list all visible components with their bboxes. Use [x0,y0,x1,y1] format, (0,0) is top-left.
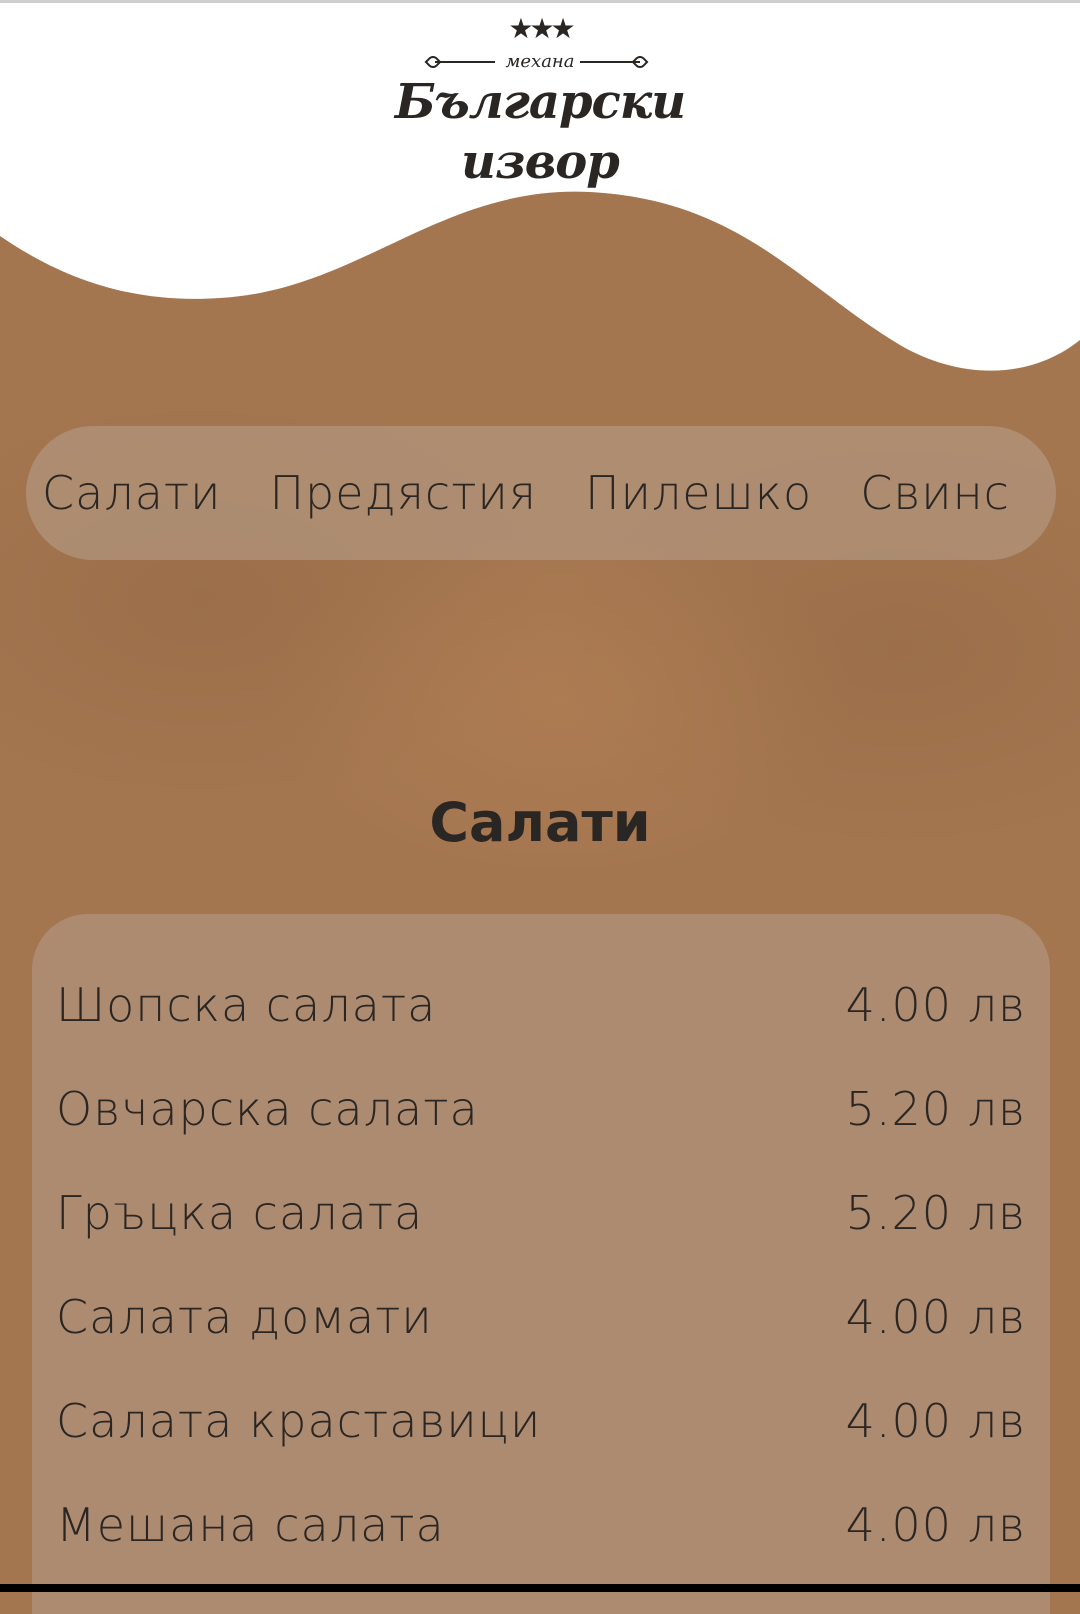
menu-item-price: 4.00 лв [845,1394,1026,1448]
menu-item-price: 5.20 лв [845,1186,1026,1240]
bottom-edge [0,1584,1080,1592]
nav-item-chicken[interactable]: Пилешко [585,466,812,520]
restaurant-logo[interactable]: ★★★ механа Български извор [330,12,750,191]
menu-item-name: Гръцка салата [56,1186,424,1240]
menu-item: Салата краставици 4.00 лв [56,1386,1026,1456]
menu-item: Салата домати 4.00 лв [56,1282,1026,1352]
logo-title: Български извор [394,74,686,190]
menu-item: Овчарска салата 5.20 лв [56,1074,1026,1144]
nav-item-pork[interactable]: Свинс [860,466,1010,520]
category-nav-track: Салати Предястия Пилешко Свинс [42,426,1056,560]
menu-item-price: 4.00 лв [845,1290,1026,1344]
menu-item-name: Салата домати [56,1290,433,1344]
menu-item-name: Салата краставици [56,1394,542,1448]
nav-item-appetizers[interactable]: Предястия [269,466,537,520]
menu-item: Шопска салата 4.00 лв [56,970,1026,1040]
menu-item: Гръцка салата 5.20 лв [56,1178,1026,1248]
menu-item-name: Мешана салата [56,1498,445,1552]
category-nav[interactable]: Салати Предястия Пилешко Свинс [26,426,1056,560]
status-bar-edge [0,0,1080,3]
logo-subtitle: механа [505,51,575,72]
menu-item-price: 4.00 лв [845,1498,1026,1552]
logo-subtitle-row: механа [330,50,750,74]
menu-item-price: 5.20 лв [845,1082,1026,1136]
menu-card: Шопска салата 4.00 лв Овчарска салата 5.… [32,914,1050,1614]
menu-item-price: 4.00 лв [845,978,1026,1032]
logo-stars-icon: ★★★ [508,12,575,45]
menu-item-name: Шопска салата [56,978,437,1032]
menu-item-name: Овчарска салата [56,1082,479,1136]
nav-item-salads[interactable]: Салати [42,466,221,520]
menu-item: Мешана салата 4.00 лв [56,1490,1026,1560]
section-title: Салати [429,791,651,854]
